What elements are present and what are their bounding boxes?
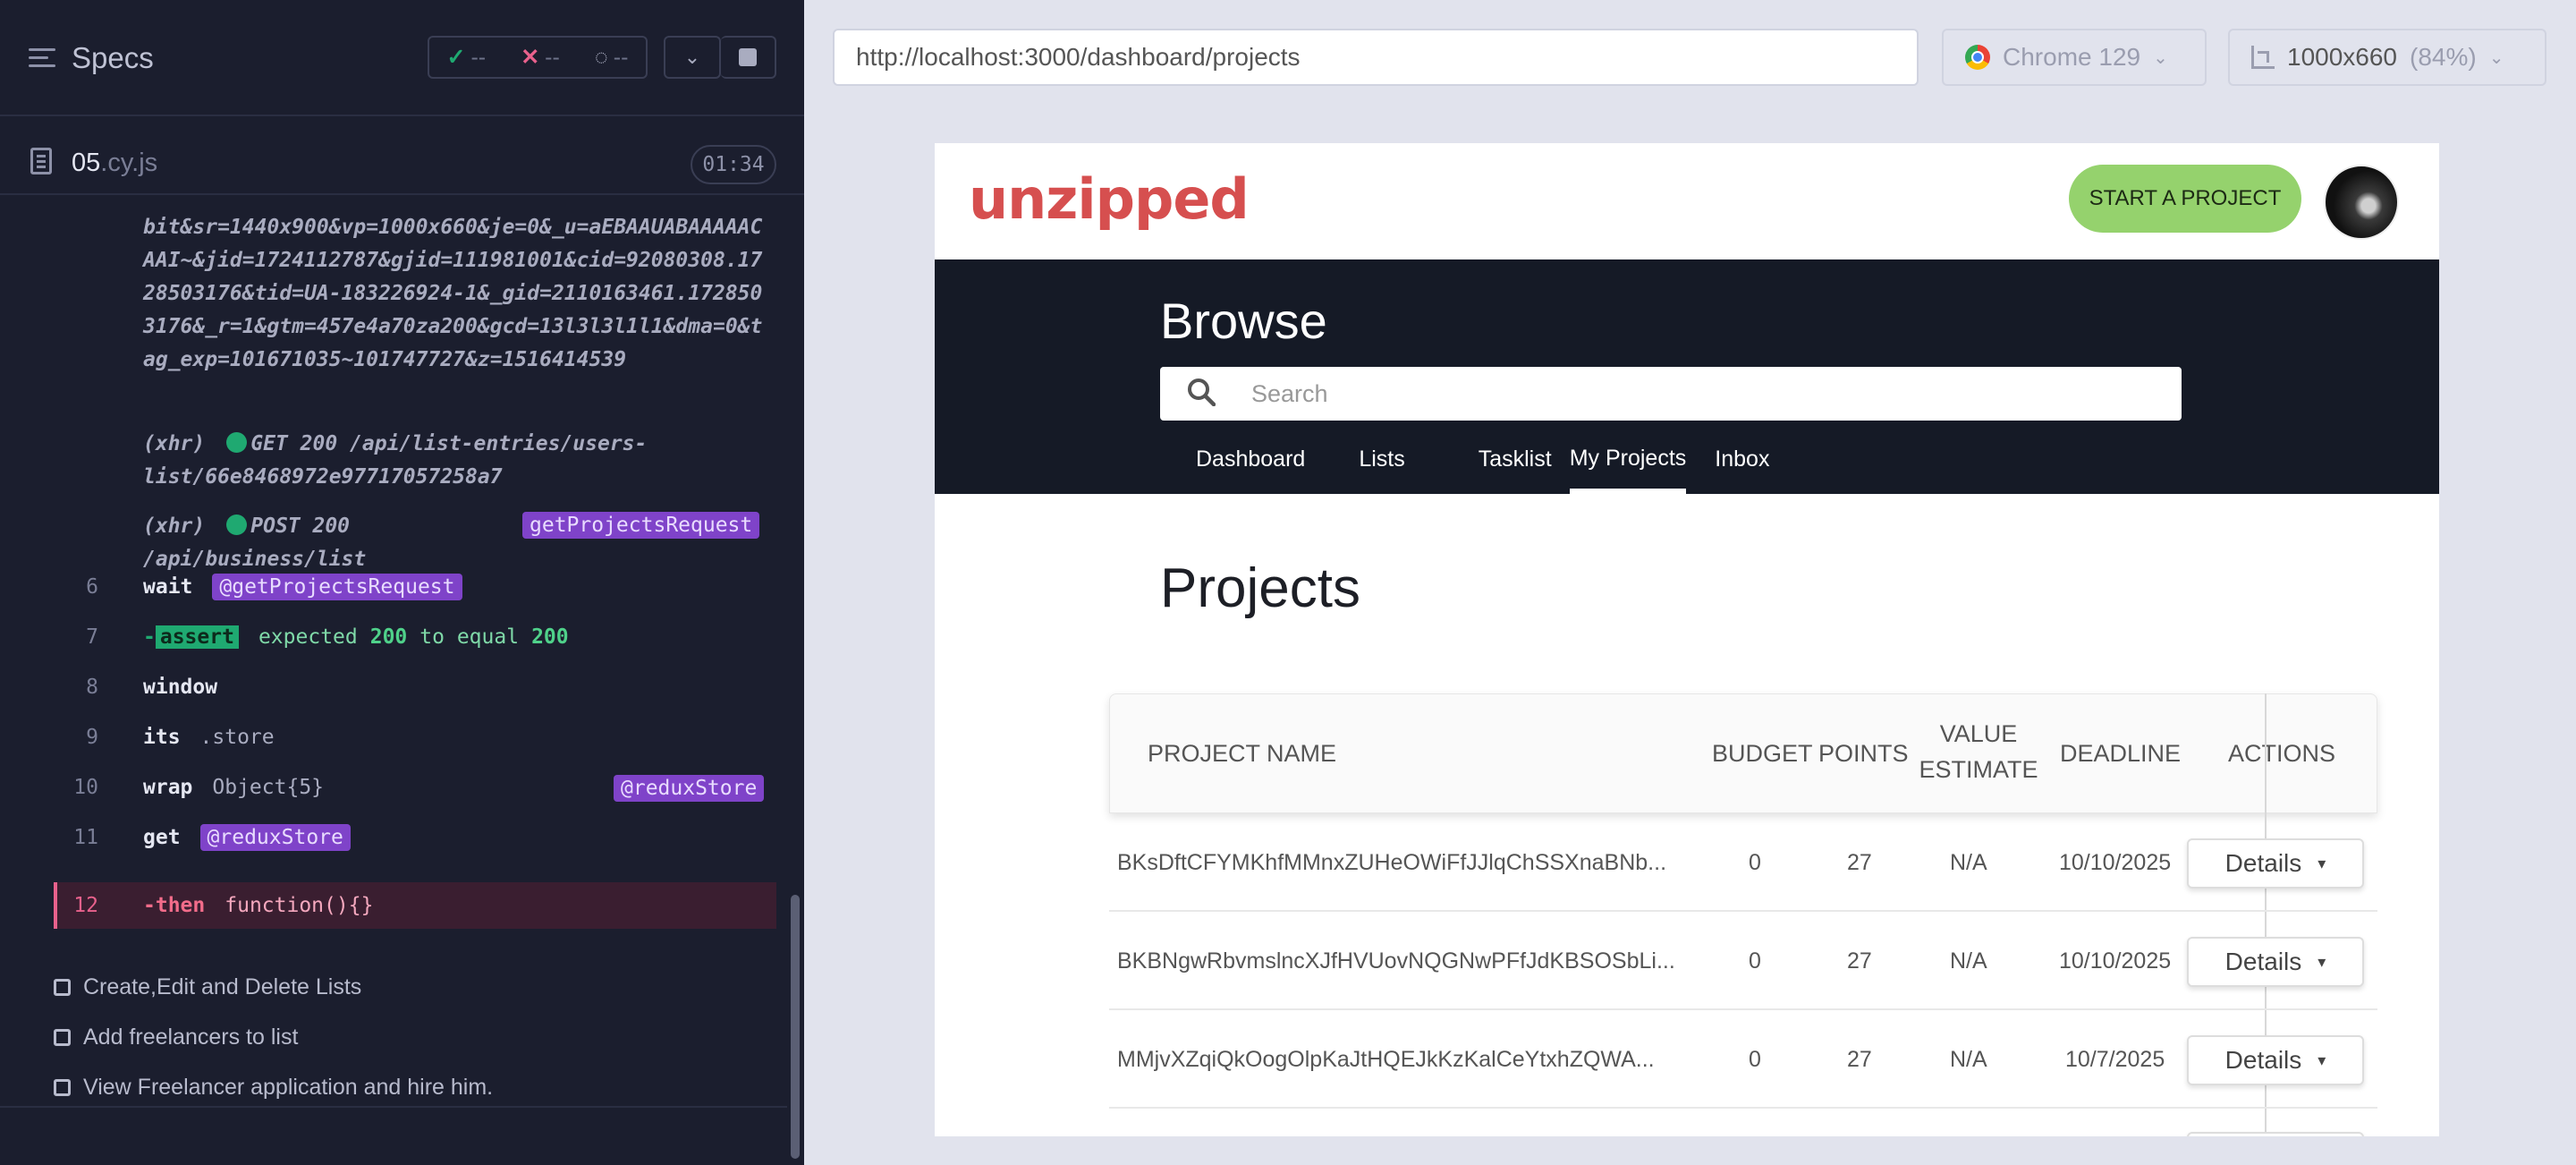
chevron-down-icon: ▾ — [2318, 1050, 2326, 1069]
checkbox-icon — [54, 1028, 71, 1046]
test-item[interactable]: Add freelancers to list — [54, 1012, 493, 1062]
projects-table: PROJECT NAME BUDGET POINTS VALUE ESTIMATE… — [1109, 693, 2439, 1136]
xhr-log-item[interactable]: (xhr) GET 200 /api/list-entries/users- li… — [143, 428, 647, 494]
specs-header: Specs ✓ -- ✕ -- ◌ -- ⌄ — [0, 0, 804, 116]
app-preview-panel: http://localhost:3000/dashboard/projects… — [804, 0, 2576, 1165]
column-header: BUDGET — [1712, 740, 1813, 767]
assert-badge: assert — [155, 625, 239, 649]
command-row[interactable]: 8 window — [54, 664, 776, 710]
alias-badge: @reduxStore — [199, 824, 351, 851]
chevron-down-icon: ▾ — [2318, 854, 2326, 872]
column-header: VALUE ESTIMATE — [1919, 720, 2038, 783]
details-button[interactable]: Details ▾ — [2187, 1035, 2364, 1085]
command-log-panel: Specs ✓ -- ✕ -- ◌ -- ⌄ 05.cy.js 01:34 bit&s… — [0, 0, 804, 1165]
pending-stat: ◌ -- — [594, 44, 629, 70]
alias-badge: @reduxStore — [614, 775, 765, 802]
status-dot-icon — [226, 432, 248, 453]
table-row — [1109, 1109, 2377, 1136]
chevron-down-icon: ⌄ — [2153, 47, 2168, 68]
url-bar[interactable]: http://localhost:3000/dashboard/projects — [833, 29, 1919, 86]
browse-title: Browse — [1160, 293, 1327, 349]
divider — [0, 1106, 787, 1108]
failed-stat: ✕ -- — [521, 45, 560, 70]
tab-my-projects[interactable]: My Projects — [1569, 443, 1686, 494]
logo[interactable]: unzipped — [969, 166, 1250, 232]
stop-icon — [739, 48, 757, 66]
menu-icon — [29, 48, 55, 68]
command-log: bit&sr=1440x900&vp=1000x660&je=0&_u=aEBA… — [0, 215, 787, 935]
command-row[interactable]: 7 - assert expected 200 to equal 200 — [54, 614, 776, 660]
tab-inbox[interactable]: Inbox — [1715, 443, 1769, 494]
spec-duration: 01:34 — [691, 145, 776, 184]
specs-toggle[interactable]: Specs — [29, 41, 154, 75]
chevron-down-icon: ▾ — [2318, 952, 2326, 971]
search-box — [1160, 367, 2182, 421]
column-header: ACTIONS — [2228, 740, 2336, 767]
column-header: PROJECT NAME — [1148, 740, 1337, 767]
chevron-down-icon: ⌄ — [2488, 47, 2504, 68]
column-header: POINTS — [1818, 740, 1909, 767]
stop-button[interactable] — [721, 36, 776, 79]
browse-section: Browse Dashboard Lists Tasklist My Proje… — [935, 259, 2439, 494]
table-row: BKsDftCFYMKhfMMnxZUHeOWiFfJJlqChSSXnaBNb… — [1109, 813, 2377, 912]
ruler-icon — [2251, 46, 2275, 69]
spec-filename[interactable]: 05.cy.js — [72, 149, 157, 178]
command-row[interactable]: 10 wrap Object{5} @reduxStore — [54, 764, 776, 811]
page-title: Projects — [1160, 557, 1360, 619]
spec-file-bar: 05.cy.js 01:34 — [0, 132, 804, 195]
collapse-button[interactable]: ⌄ — [664, 36, 721, 79]
command-row[interactable]: 6 wait @getProjectsRequest — [54, 564, 776, 610]
passed-stat: ✓ -- — [446, 45, 487, 70]
alias-badge: @getProjectsRequest — [212, 574, 462, 600]
start-project-button[interactable]: START A PROJECT — [2069, 165, 2301, 233]
search-input[interactable] — [1251, 376, 2146, 412]
table-header: PROJECT NAME BUDGET POINTS VALUE ESTIMATE… — [1109, 693, 2377, 813]
checkbox-icon — [54, 1078, 71, 1096]
alias-badge: getProjectsRequest — [522, 512, 760, 539]
app-frame: unzipped START A PROJECT Browse Dashboar… — [935, 143, 2439, 1136]
command-row[interactable]: 11 get @reduxStore — [54, 814, 776, 861]
table-row: BKBNgwRbvmslncXJfHVUovNQGNwPFfJdKBSOSbLi… — [1109, 912, 2377, 1010]
scrollbar[interactable] — [791, 895, 800, 1159]
chrome-icon — [1965, 45, 1990, 70]
test-item[interactable]: Create,Edit and Delete Lists — [54, 962, 493, 1012]
xhr-url-text: bit&sr=1440x900&vp=1000x660&je=0&_u=aEBA… — [143, 216, 763, 371]
tab-lists[interactable]: Lists — [1343, 443, 1420, 494]
document-icon — [30, 148, 52, 174]
tab-tasklist[interactable]: Tasklist — [1462, 443, 1568, 494]
checkbox-icon — [54, 978, 71, 996]
column-header: DEADLINE — [2060, 740, 2182, 767]
avatar[interactable] — [2324, 165, 2399, 240]
test-stats: ✓ -- ✕ -- ◌ -- — [428, 36, 648, 79]
details-button[interactable]: Details ▾ — [2187, 838, 2364, 889]
test-list: Create,Edit and Delete Lists Add freelan… — [54, 962, 493, 1112]
command-row[interactable]: 9 its .store — [54, 714, 776, 761]
details-button[interactable] — [2187, 1132, 2364, 1136]
test-item[interactable]: View Freelancer application and hire him… — [54, 1062, 493, 1112]
app-header: unzipped START A PROJECT — [935, 143, 2439, 259]
nav-tabs: Dashboard Lists Tasklist My Projects Inb… — [1160, 443, 1769, 494]
details-button[interactable]: Details ▾ — [2187, 937, 2364, 987]
search-icon — [1188, 378, 1216, 406]
specs-label: Specs — [72, 41, 154, 74]
chevron-down-icon: ⌄ — [683, 46, 701, 68]
browser-selector[interactable]: Chrome 129 ⌄ — [1942, 29, 2207, 86]
viewport-selector[interactable]: 1000x660 (84%) ⌄ — [2228, 29, 2546, 86]
command-row-active[interactable]: 12 -then function(){} — [54, 882, 776, 929]
status-dot-icon — [226, 514, 248, 535]
table-row: MMjvXZqiQkOogOlpKaJtHQEJkKzKalCeYtxhZQWA… — [1109, 1010, 2377, 1109]
tab-dashboard[interactable]: Dashboard — [1180, 443, 1321, 494]
